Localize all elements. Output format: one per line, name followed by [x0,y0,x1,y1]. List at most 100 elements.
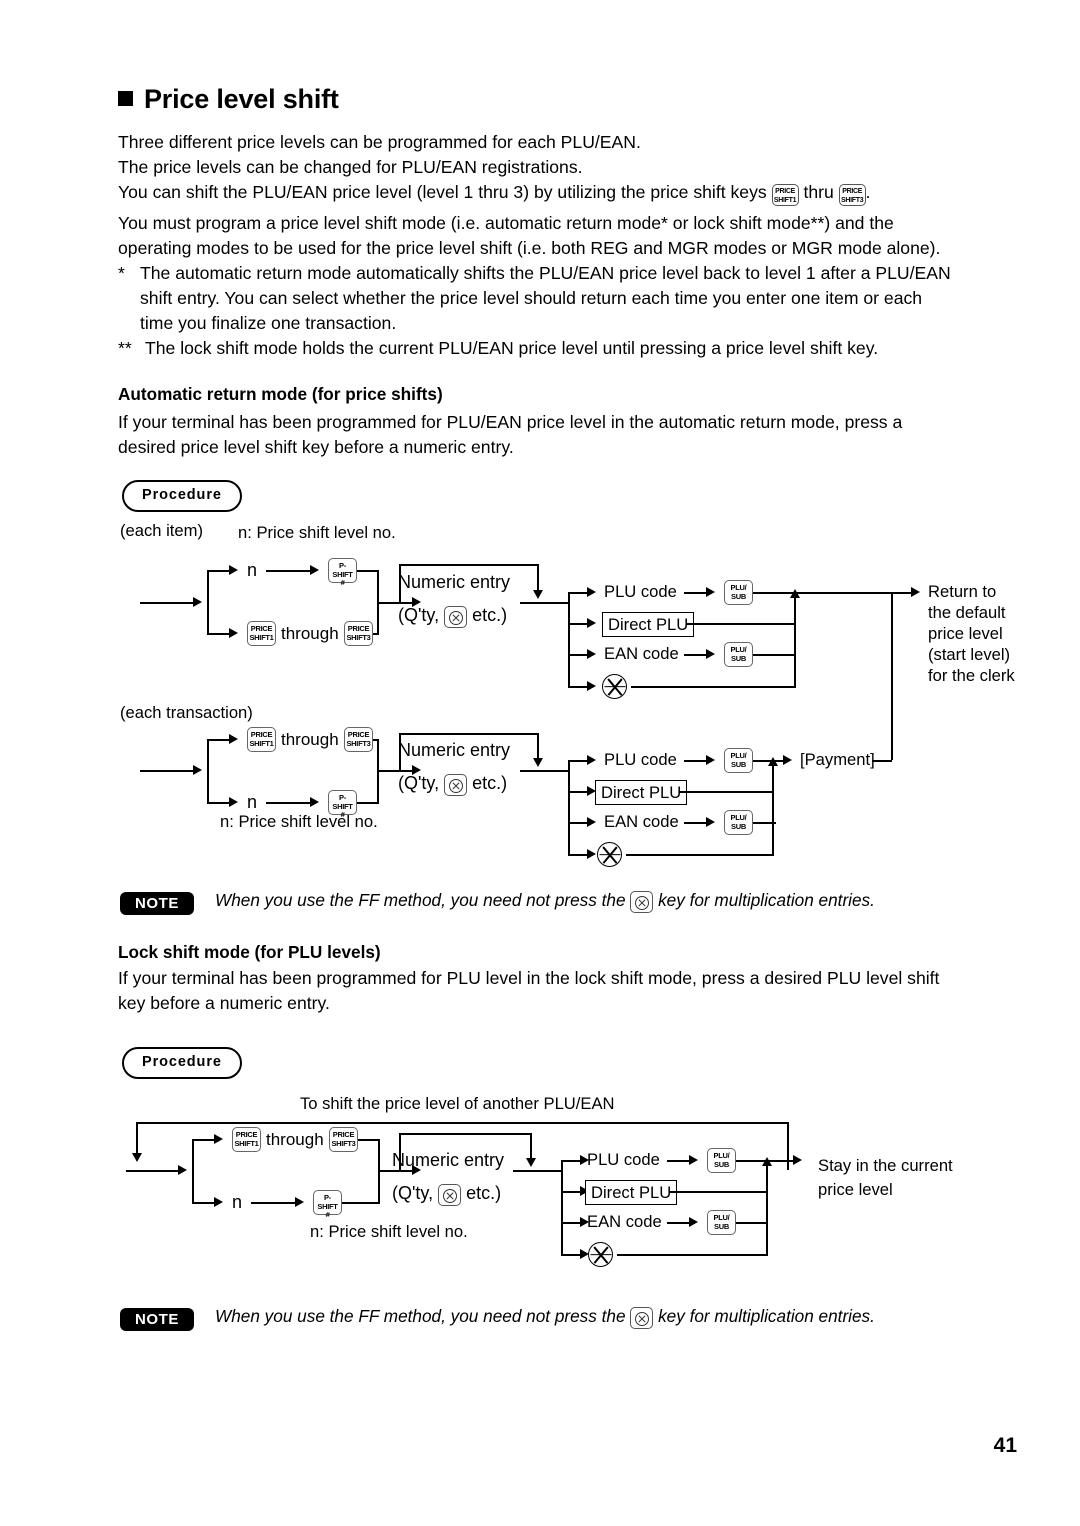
footnote-1-line-3: time you finalize one transaction. [140,313,397,333]
numeric-bypass-hline [399,564,539,566]
merge-bottom-line-tx [357,802,379,804]
bullet-square-icon [118,91,133,106]
qty-note-lock: (Q'ty, etc.) [392,1184,501,1206]
procedure-label-auto: Procedure [122,480,242,512]
lock-n-to-pshift-arrow-icon [295,1197,304,1207]
diagram-transaction-caption: (each transaction) [120,703,253,722]
lock-merge-bottom-line [342,1202,380,1204]
fanout-vline-tx [568,760,570,854]
multiply-key-icon-lock [438,1184,462,1206]
scale-row-arrow-icon [587,681,596,691]
scale-multiply-icon-3 [588,1242,613,1267]
n-label-item: n [247,560,258,580]
footnote-2-marker: ** [118,338,132,358]
n-to-pshift-arrow-icon-tx [310,797,319,807]
scale-row-arrow-icon-tx [587,849,596,859]
document-page: Price level shift Three different price … [0,0,1080,1526]
merge-riser-arrow-icon-tx [768,757,778,766]
entry-line [140,602,195,604]
payment-to-return-line [872,760,892,762]
split-vline [207,570,209,634]
page-title-text: Price level shift [144,84,339,114]
intro-line-5: operating modes to be used for the price… [118,238,941,258]
lock-ean-out-line [736,1222,768,1224]
lock-entry-arrow-icon [178,1165,187,1175]
price-shift1-key-icon-lock: PRICE SHIFT1 [232,1127,261,1152]
lock-fanout-vline [561,1160,563,1254]
ean-to-key-arrow-icon-tx [706,817,715,827]
lock-scale-out-line [617,1254,768,1256]
lock-branch-bottom-arrow-icon [214,1197,223,1207]
n-to-pshift-arrow-icon [310,565,319,575]
direct-plu-box-item: Direct PLU [602,612,695,637]
scale-out-line [631,686,796,688]
intro-line-3-middle: thru [798,182,839,202]
footnote-1-line-1: The automatic return mode automatically … [140,263,951,283]
diagram-item-caption: (each item) [120,521,203,540]
note-text-1: When you use the FF method, you need not… [215,890,875,913]
numeric-entry-label-lock: Numeric entry [392,1150,505,1170]
direct-out-line [686,623,796,625]
diagram-item-legend: n: Price shift level no. [238,523,396,542]
numeric-entry-label-tx: Numeric entry [398,740,511,760]
plu-sub-key-icon-1: PLU/SUB [724,580,753,605]
scale-multiply-icon-2 [597,842,622,867]
section-lock-title: Lock shift mode (for PLU levels) [118,942,381,962]
ean-code-label-item: EAN code [604,644,679,663]
plu-code-label-item: PLU code [604,582,677,601]
price-shift3-key-icon-lock: PRICE SHIFT3 [329,1127,358,1152]
plu-sub-key-icon-3: PLU/SUB [724,748,753,773]
ean-out-line [753,654,796,656]
intro-line-4: You must program a price level shift mod… [118,213,894,233]
p-shift-hash-key-icon-lock: P-SHIFT # [313,1190,342,1219]
lock-feedback-vline-left [136,1122,138,1157]
entry-line-tx [140,770,195,772]
lock-merge-riser-arrow-icon [762,1157,772,1166]
payment-label: [Payment] [800,750,875,769]
ean-row-arrow-icon [587,649,596,659]
plu-sub-key-icon-2: PLU/SUB [724,642,753,667]
lock-result-line-2: price level [818,1180,893,1199]
section-lock-body-2: key before a numeric entry. [118,993,330,1013]
note-text-2: When you use the FF method, you need not… [215,1306,875,1329]
branch-top-arrow-icon-tx [229,734,238,744]
lock-split-vline [192,1139,194,1202]
merge-riser-tx [772,760,774,855]
lock-numeric-bypass-hline [399,1133,532,1135]
intro-line-3-before: You can shift the PLU/EAN price level (l… [118,182,772,202]
lock-plu-to-key-arrow-icon [689,1155,698,1165]
direct-plu-box-tx: Direct PLU [595,780,688,805]
numeric-bypass-hline-tx [399,733,539,735]
ean-row-arrow-icon-tx [587,817,596,827]
plu-sub-key-icon-5: PLU/SUB [707,1148,736,1173]
diagram-lock-top-caption: To shift the price level of another PLU/… [300,1094,615,1113]
entry-arrow-icon [193,597,202,607]
page-title: Price level shift [118,84,339,115]
plu-sub-key-icon-6: PLU/SUB [707,1210,736,1235]
n-label-lock: n [232,1192,243,1212]
plu-sub-key-icon-4: PLU/SUB [724,810,753,835]
footnote-1-line-2: shift entry. You can select whether the … [140,288,923,308]
merge-out-line-tx [377,770,399,772]
multiply-key-icon-tx [444,774,468,796]
lock-merge-out-line [378,1170,400,1172]
scale-out-line-tx [626,854,774,856]
multiply-key-icon-note2 [630,1307,654,1329]
payment-arrow-icon [783,755,792,765]
direct-row-arrow-icon [587,618,596,628]
diagram-lock-legend: n: Price shift level no. [310,1222,468,1241]
split-vline-tx [207,739,209,802]
result-arrow-icon-item [911,587,920,597]
plu-out-line [753,592,903,594]
diagram-transaction-legend: n: Price shift level no. [220,812,378,831]
note-badge-1: NOTE [120,892,194,915]
through-label-tx: through [281,730,339,749]
numeric-entry-label-item: Numeric entry [398,572,511,592]
plu-to-key-arrow-icon-tx [706,755,715,765]
multiply-key-icon-note1 [630,891,654,913]
footnote-2-line-1: The lock shift mode holds the current PL… [145,338,879,358]
price-shift1-key-icon-tx: PRICE SHIFT1 [247,727,276,752]
through-label-lock: through [266,1130,324,1149]
branch-top-arrow-icon [229,565,238,575]
result-line-3: price level [928,624,1003,643]
